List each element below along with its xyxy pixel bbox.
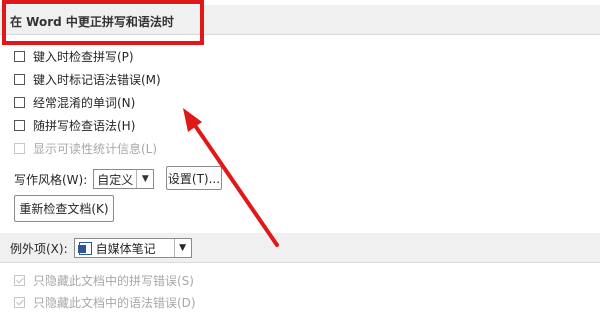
check-spelling-option[interactable]: 键入时检查拼写(P) — [14, 46, 134, 66]
grammar-with-spelling-option[interactable]: 随拼写检查语法(H) — [14, 115, 135, 135]
chevron-down-icon[interactable]: ▼ — [173, 239, 191, 257]
writing-style-label: 写作风格(W): — [14, 172, 88, 187]
proofing-section-header: 在 Word 中更正拼写和语法时 — [0, 5, 600, 35]
proofing-section-title: 在 Word 中更正拼写和语法时 — [10, 15, 174, 29]
grammar-with-spelling-checkbox[interactable] — [14, 119, 25, 131]
hide-grammar-errors-checkbox — [14, 296, 25, 308]
check-spelling-checkbox[interactable] — [14, 50, 25, 62]
hide-spelling-errors-option: 只隐藏此文档中的拼写错误(S) — [14, 270, 194, 290]
mark-grammar-checkbox[interactable] — [14, 73, 25, 85]
word-document-icon — [77, 241, 92, 255]
exceptions-row: 例外项(X): 自媒体笔记 ▼ — [10, 237, 192, 259]
chevron-down-icon[interactable]: ▼ — [136, 170, 153, 188]
hide-grammar-errors-label: 只隐藏此文档中的语法错误(D) — [33, 295, 196, 310]
grammar-with-spelling-label: 随拼写检查语法(H) — [33, 118, 136, 133]
writing-style-select[interactable]: 自定义 ▼ — [93, 169, 155, 189]
confused-words-option[interactable]: 经常混淆的单词(N) — [14, 92, 135, 112]
recheck-document-button[interactable]: 重新检查文档(K) — [14, 195, 114, 222]
readability-stats-label: 显示可读性统计信息(L) — [33, 141, 158, 156]
check-spelling-label: 键入时检查拼写(P) — [33, 49, 134, 64]
hide-spelling-errors-label: 只隐藏此文档中的拼写错误(S) — [33, 273, 194, 288]
annotation-arrow-head — [183, 108, 202, 132]
exceptions-document-select[interactable]: 自媒体笔记 ▼ — [73, 238, 192, 258]
settings-button[interactable]: 设置(T)... — [166, 166, 222, 190]
exceptions-label: 例外项(X): — [10, 241, 68, 256]
hide-grammar-errors-option: 只隐藏此文档中的语法错误(D) — [14, 292, 196, 312]
confused-words-label: 经常混淆的单词(N) — [33, 95, 136, 110]
mark-grammar-label: 键入时标记语法错误(M) — [33, 72, 161, 87]
mark-grammar-option[interactable]: 键入时标记语法错误(M) — [14, 69, 161, 89]
writing-style-row: 写作风格(W): 自定义 ▼ — [14, 168, 155, 190]
hide-spelling-errors-checkbox — [14, 274, 25, 286]
readability-stats-option: 显示可读性统计信息(L) — [14, 138, 157, 158]
readability-stats-checkbox — [14, 142, 25, 154]
confused-words-checkbox[interactable] — [14, 96, 25, 108]
exceptions-document-value: 自媒体笔记 — [95, 241, 156, 256]
writing-style-value: 自定义 — [97, 172, 134, 187]
